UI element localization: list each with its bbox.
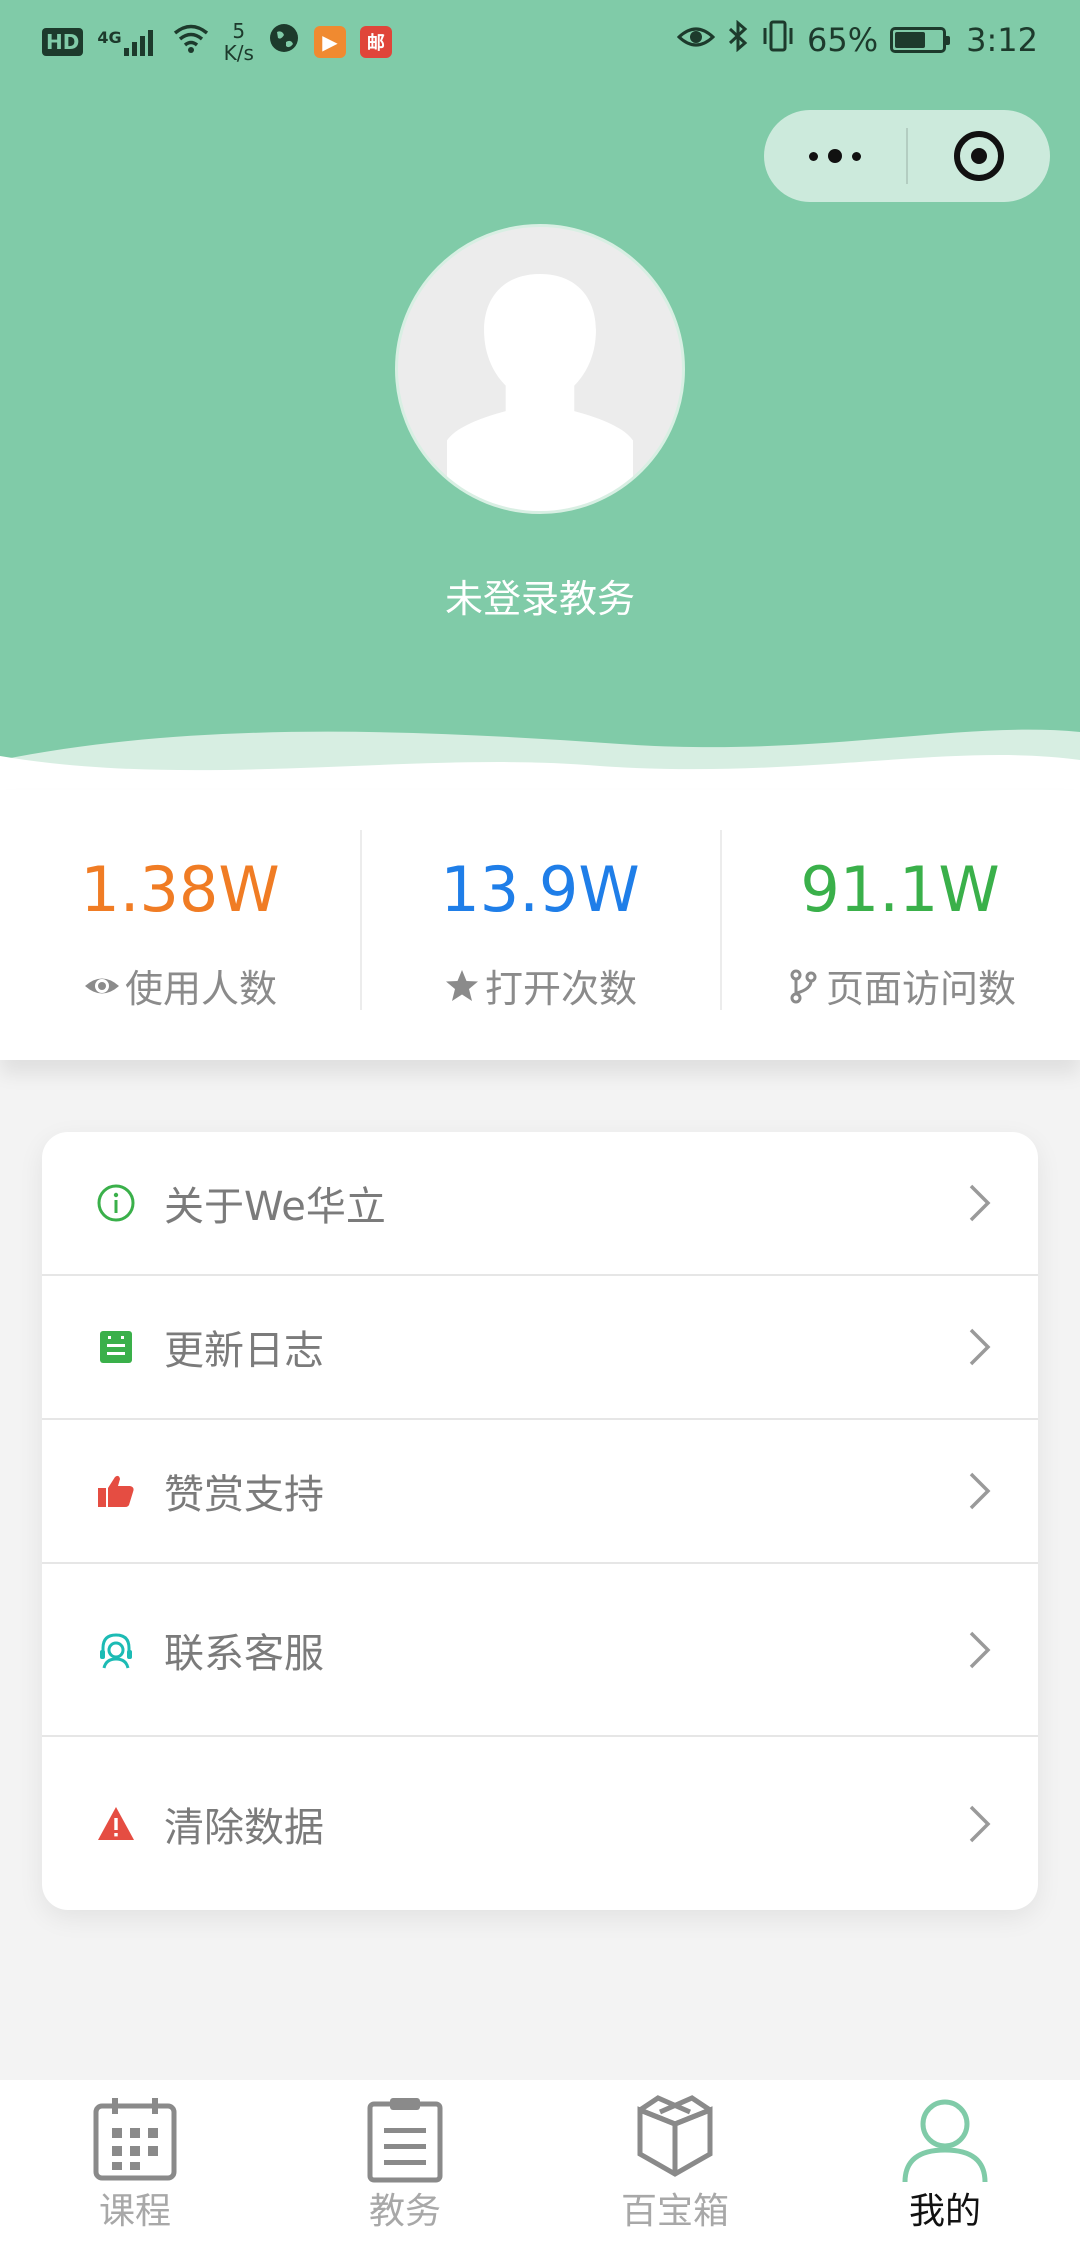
chevron-right-icon xyxy=(969,1631,991,1668)
signal-icon: 4G xyxy=(97,28,157,56)
chevron-right-icon xyxy=(969,1472,991,1510)
user-icon xyxy=(902,2099,988,2183)
username[interactable]: 未登录教务 xyxy=(0,568,1080,623)
thumbs-up-icon xyxy=(98,1475,134,1507)
tab-label: 我的 xyxy=(908,2191,981,2232)
status-bar: HD 4G 5 K/s ▶ 邮 65% 3:12 xyxy=(0,0,1080,86)
box-icon xyxy=(637,2095,713,2177)
star-icon xyxy=(445,969,478,1001)
menu-item-clear-data[interactable]: 清除数据 xyxy=(42,1737,1038,1910)
settings-menu: 关于We华立 更新日志 赞赏支持 联系客服 清除数据 xyxy=(42,1132,1038,1910)
menu-item-label: 联系客服 xyxy=(164,1630,324,1677)
tab-label: 教务 xyxy=(368,2191,441,2232)
more-dots-icon xyxy=(809,149,861,163)
chevron-right-icon xyxy=(969,1184,991,1222)
chevron-right-icon xyxy=(969,1328,991,1366)
menu-item-donate[interactable]: 赞赏支持 xyxy=(42,1420,1038,1564)
target-icon xyxy=(954,131,1004,181)
default-avatar-icon xyxy=(446,274,634,511)
menu-item-about[interactable]: 关于We华立 xyxy=(42,1132,1038,1276)
stat-opens: 13.9W 打开次数 xyxy=(360,790,720,1060)
menu-item-label: 更新日志 xyxy=(164,1328,324,1374)
stat-users: 1.38W 使用人数 xyxy=(0,790,360,1060)
stat-label: 页面访问数 xyxy=(720,958,1080,1013)
battery-percent: 65% xyxy=(807,21,879,59)
eye-icon xyxy=(84,978,119,993)
stat-value: 91.1W xyxy=(800,853,1000,926)
battery-icon xyxy=(890,27,951,53)
clipboard-icon xyxy=(367,2098,443,2183)
wifi-icon xyxy=(172,23,210,61)
network-speed: 5 K/s xyxy=(223,19,254,65)
menu-item-label: 清除数据 xyxy=(164,1804,324,1851)
menu-item-support[interactable]: 联系客服 xyxy=(42,1564,1038,1737)
avatar[interactable] xyxy=(395,224,685,514)
play-icon: ▶ xyxy=(313,26,346,58)
clock: 3:12 xyxy=(966,21,1038,59)
tab-label: 百宝箱 xyxy=(620,2191,729,2232)
close-miniprogram-button[interactable] xyxy=(908,110,1050,202)
chevron-right-icon xyxy=(969,1805,991,1842)
bluetooth-icon xyxy=(727,19,749,60)
more-button[interactable] xyxy=(764,110,906,202)
tab-toolbox[interactable]: 百宝箱 xyxy=(540,2080,810,2244)
tab-mine[interactable]: 我的 xyxy=(810,2080,1080,2244)
menu-item-changelog[interactable]: 更新日志 xyxy=(42,1276,1038,1420)
info-icon xyxy=(97,1184,135,1222)
stats-row: 1.38W 使用人数 13.9W 打开次数 91.1W 页面访问数 xyxy=(0,790,1080,1060)
menu-item-label: 关于We华立 xyxy=(164,1184,386,1230)
eye-icon xyxy=(676,21,716,59)
profile-header: HD 4G 5 K/s ▶ 邮 65% 3:12 未登录教务 xyxy=(0,0,1080,790)
tab-courses[interactable]: 课程 xyxy=(0,2080,270,2244)
menu-item-label: 赞赏支持 xyxy=(164,1472,324,1518)
tab-academic[interactable]: 教务 xyxy=(270,2080,540,2244)
headset-icon xyxy=(100,1632,132,1668)
tab-label: 课程 xyxy=(98,2191,171,2232)
bottom-tab-bar: 课程 教务 百宝箱 我的 xyxy=(0,2080,1080,2244)
vibrate-icon xyxy=(761,20,795,60)
stat-value: 13.9W xyxy=(440,853,640,926)
miniprogram-capsule xyxy=(764,110,1050,202)
notebook-icon xyxy=(100,1331,132,1363)
stat-label: 打开次数 xyxy=(360,958,720,1013)
calendar-icon xyxy=(93,2098,177,2181)
stat-pageviews: 91.1W 页面访问数 xyxy=(720,790,1080,1060)
hd-icon: HD xyxy=(42,28,84,56)
mail-icon: 邮 xyxy=(359,26,392,58)
branch-icon xyxy=(790,969,817,1003)
warning-icon xyxy=(98,1806,134,1840)
globe-icon xyxy=(268,22,300,62)
stat-label: 使用人数 xyxy=(0,958,360,1013)
stat-value: 1.38W xyxy=(80,853,280,926)
